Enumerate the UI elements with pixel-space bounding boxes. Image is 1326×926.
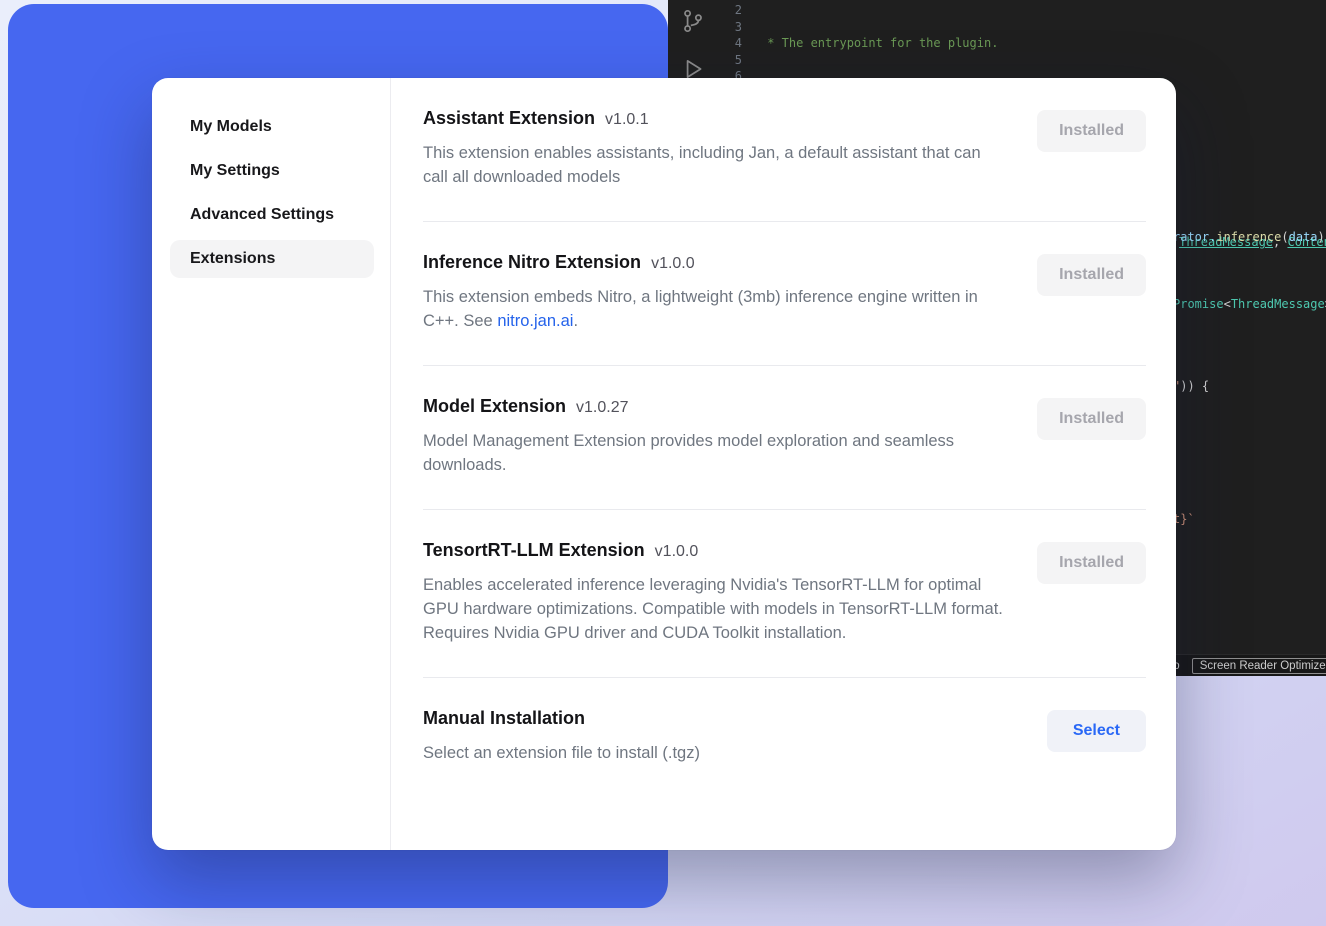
extension-version: v1.0.27	[576, 399, 628, 416]
page-background: { "colors": { "accent_blue": "#4667f0", …	[0, 0, 1326, 926]
manual-installation-row: Manual Installation Select an extension …	[423, 678, 1146, 793]
extension-title: TensortRT-LLM Extension	[423, 540, 645, 560]
code-fragment: Promise<ThreadMessage>	[1173, 297, 1326, 311]
extension-title-line: Assistant Extension v1.0.1	[423, 108, 1009, 129]
screen-reader-optimized-badge[interactable]: Screen Reader Optimized	[1192, 658, 1326, 674]
editor-line-numbers: 2 3 4 5 6	[668, 2, 742, 85]
extension-version: v1.0.0	[655, 543, 699, 560]
extension-description: Model Management Extension provides mode…	[423, 429, 1009, 477]
extension-description: Enables accelerated inference leveraging…	[423, 573, 1009, 645]
code-line: ​ * The entrypoint for the plugin.	[760, 35, 1326, 52]
extension-version: v1.0.1	[605, 111, 649, 128]
extension-version: v1.0.0	[651, 255, 695, 272]
sidebar-item-advanced-settings[interactable]: Advanced Settings	[170, 196, 374, 234]
settings-sidebar: My Models My Settings Advanced Settings …	[152, 78, 391, 850]
line-number: 4	[668, 35, 742, 52]
description-text: .	[573, 312, 578, 330]
installed-button[interactable]: Installed	[1037, 110, 1146, 152]
extension-description: This extension enables assistants, inclu…	[423, 141, 1009, 189]
extension-title: Assistant Extension	[423, 108, 595, 128]
select-file-button[interactable]: Select	[1047, 710, 1146, 752]
extension-title: Inference Nitro Extension	[423, 252, 641, 272]
extension-row: Assistant Extension v1.0.1 This extension…	[423, 78, 1146, 222]
code-fragment: ")) {	[1173, 379, 1209, 393]
code-fragment: t}`	[1173, 512, 1195, 526]
installed-button[interactable]: Installed	[1037, 254, 1146, 296]
sidebar-item-extensions[interactable]: Extensions	[170, 240, 374, 278]
installed-button[interactable]: Installed	[1037, 398, 1146, 440]
line-number: 5	[668, 52, 742, 69]
extension-title-line: Model Extension v1.0.27	[423, 396, 1009, 417]
extension-title-line: TensortRT-LLM Extension v1.0.0	[423, 540, 1009, 561]
extension-description: This extension embeds Nitro, a lightweig…	[423, 285, 1009, 333]
extensions-list: Assistant Extension v1.0.1 This extension…	[391, 78, 1176, 850]
sidebar-item-my-models[interactable]: My Models	[170, 108, 374, 146]
extension-title-line: Manual Installation	[423, 708, 1009, 729]
extension-title: Model Extension	[423, 396, 566, 416]
line-number: 3	[668, 19, 742, 36]
settings-modal: My Models My Settings Advanced Settings …	[152, 78, 1176, 850]
line-number: 2	[668, 2, 742, 19]
code-fragment: rator.inference(data));	[1173, 230, 1326, 244]
installed-button[interactable]: Installed	[1037, 542, 1146, 584]
extension-row: TensortRT-LLM Extension v1.0.0 Enables ac…	[423, 510, 1146, 678]
nitro-jan-ai-link[interactable]: nitro.jan.ai	[497, 312, 573, 330]
manual-installation-description: Select an extension file to install (.tg…	[423, 741, 1009, 765]
extension-title-line: Inference Nitro Extension v1.0.0	[423, 252, 1009, 273]
extension-row: Model Extension v1.0.27 Model Management …	[423, 366, 1146, 510]
extension-row: Inference Nitro Extension v1.0.0 This ext…	[423, 222, 1146, 366]
sidebar-item-my-settings[interactable]: My Settings	[170, 152, 374, 190]
manual-installation-title: Manual Installation	[423, 708, 585, 728]
